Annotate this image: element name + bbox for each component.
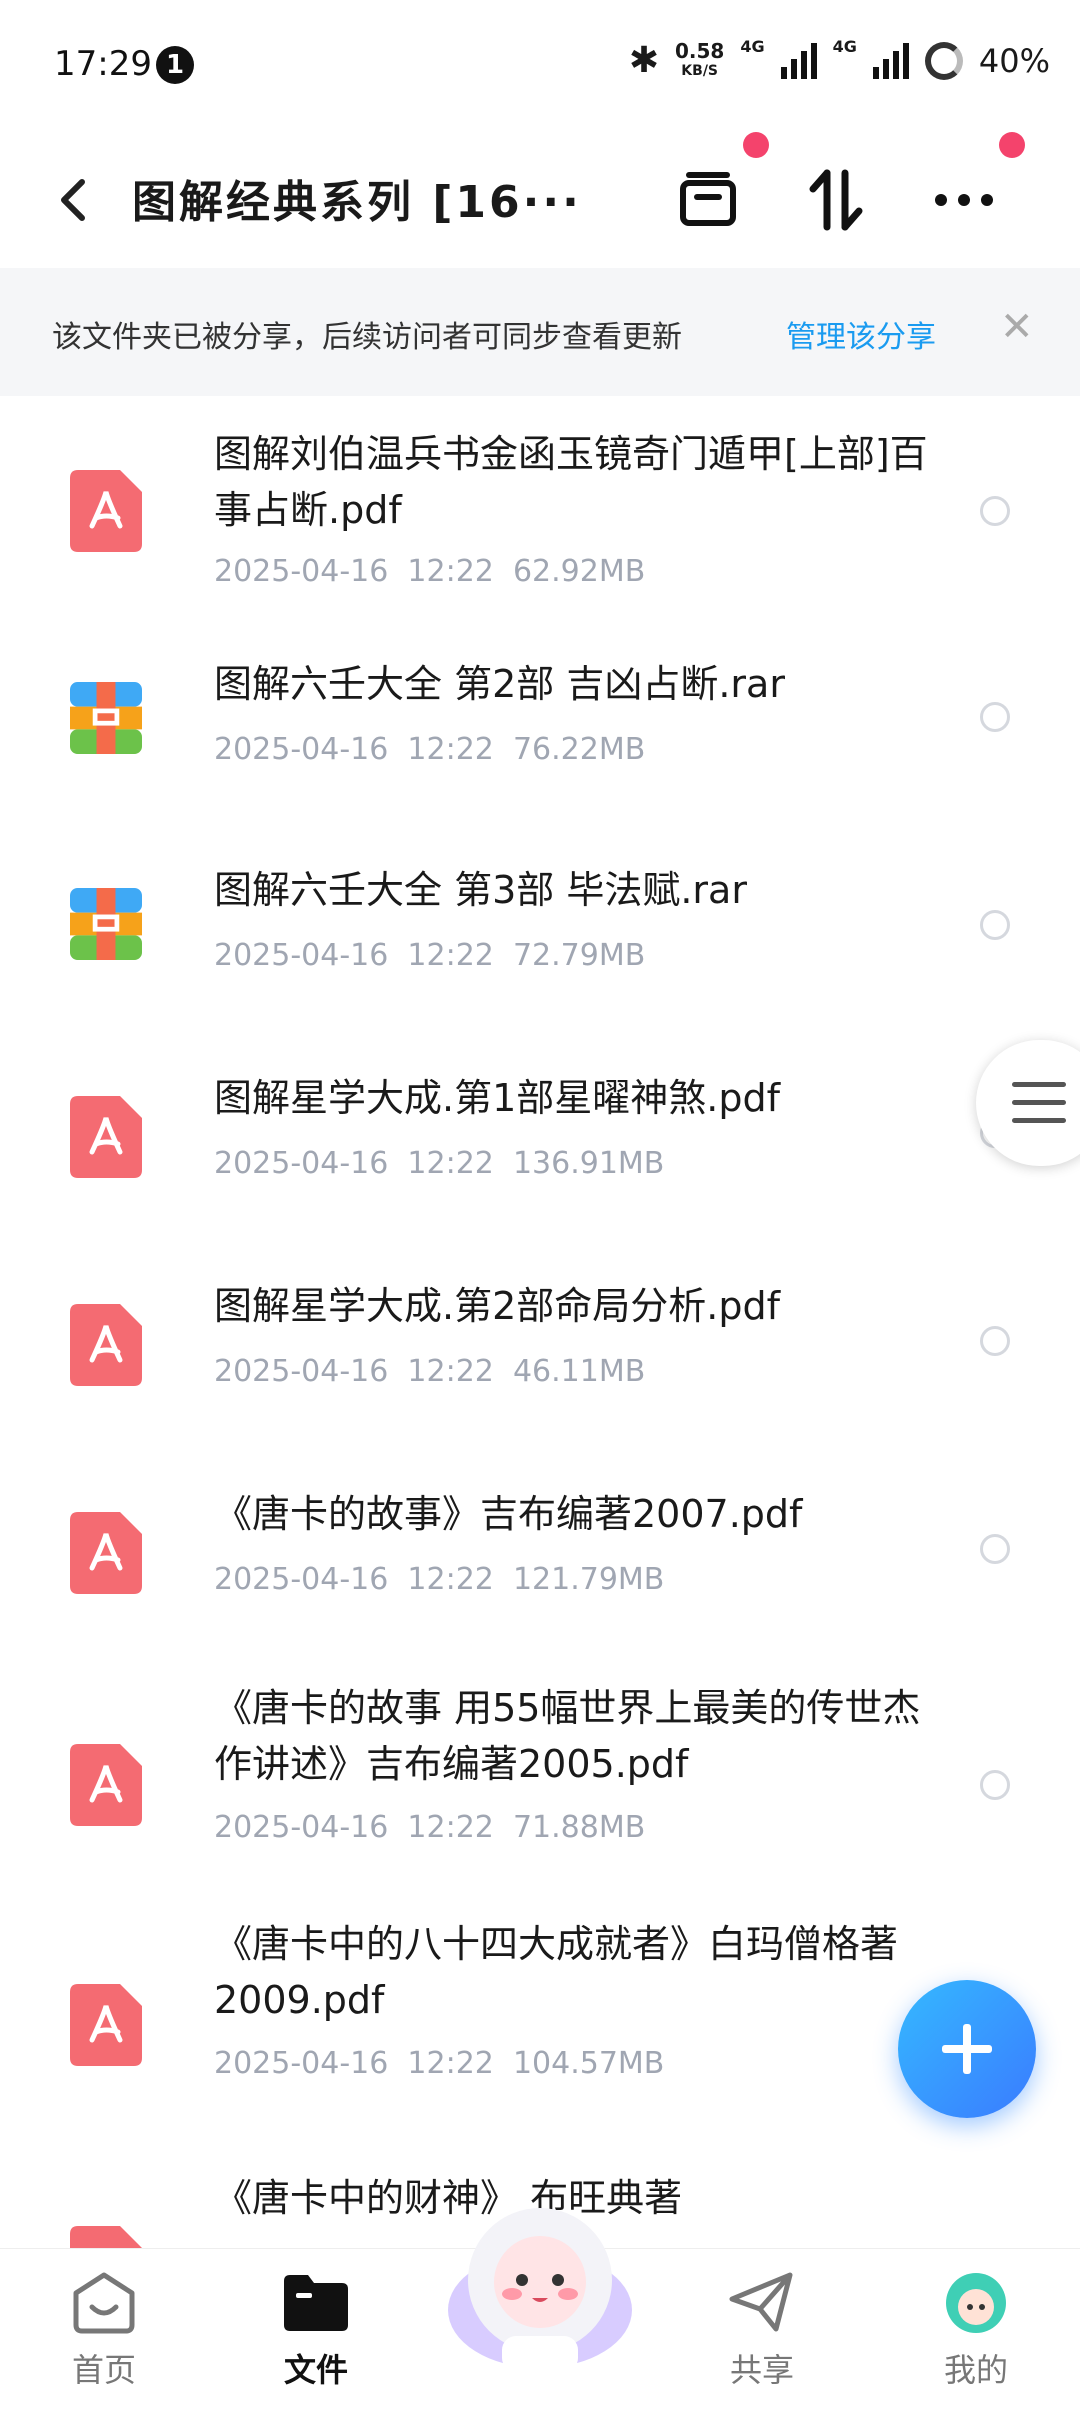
select-radio[interactable] bbox=[980, 1534, 1010, 1564]
home-icon bbox=[73, 2272, 135, 2334]
more-icon bbox=[935, 194, 993, 206]
network-type-2: 4G bbox=[832, 37, 857, 56]
nav-mine[interactable]: 我的 bbox=[896, 2269, 1056, 2391]
more-button[interactable] bbox=[922, 158, 1006, 242]
archive-icon bbox=[680, 172, 736, 226]
select-radio[interactable] bbox=[980, 1770, 1010, 1800]
file-meta: 2025-04-16 12:22 72.79MB bbox=[214, 938, 646, 973]
nav-files-label: 文件 bbox=[283, 2351, 348, 2389]
avatar bbox=[946, 2273, 1006, 2333]
file-meta: 2025-04-16 12:22 136.91MB bbox=[214, 1146, 665, 1181]
network-type-1: 4G bbox=[740, 37, 765, 56]
list-item[interactable]: 图解星学大成.第2部命局分析.pdf 2025-04-16 12:22 46.1… bbox=[0, 1232, 1080, 1440]
file-meta: 2025-04-16 12:22 71.88MB bbox=[214, 1810, 646, 1845]
archive-badge-dot bbox=[743, 132, 769, 158]
select-radio[interactable] bbox=[980, 910, 1010, 940]
signal-icon bbox=[780, 42, 817, 79]
file-meta: 2025-04-16 12:22 121.79MB bbox=[214, 1562, 665, 1597]
list-item[interactable]: 图解六壬大全 第2部 吉凶占断.rar 2025-04-16 12:22 76.… bbox=[0, 606, 1080, 816]
file-name: 图解星学大成.第1部星曜神煞.pdf bbox=[214, 1076, 780, 1120]
pdf-file-icon bbox=[70, 1096, 142, 1178]
archive-file-icon bbox=[70, 888, 142, 960]
file-name: 《唐卡中的八十四大成就者》白玛僧格著2009.pdf bbox=[214, 1922, 899, 2022]
file-name: 图解星学大成.第2部命局分析.pdf bbox=[214, 1284, 780, 1328]
page-title: 图解经典系列 [16··· bbox=[132, 177, 582, 228]
back-button[interactable] bbox=[48, 170, 98, 230]
top-bar: 图解经典系列 [16··· bbox=[0, 130, 1080, 268]
pdf-file-icon bbox=[70, 1304, 142, 1386]
paper-plane-icon bbox=[729, 2272, 793, 2332]
nav-home[interactable]: 首页 bbox=[24, 2269, 184, 2391]
select-radio[interactable] bbox=[980, 496, 1010, 526]
share-banner: 该文件夹已被分享，后续访问者可同步查看更新 管理该分享 ✕ bbox=[0, 268, 1080, 396]
pdf-file-icon bbox=[70, 1984, 142, 2066]
file-meta: 2025-04-16 12:22 76.22MB bbox=[214, 732, 646, 767]
nav-home-label: 首页 bbox=[71, 2351, 136, 2389]
nav-share-label: 共享 bbox=[729, 2351, 794, 2389]
clock: 17:29 bbox=[54, 44, 152, 84]
file-name: 《唐卡的故事》吉布编著2007.pdf bbox=[214, 1492, 803, 1536]
more-badge-dot bbox=[999, 132, 1025, 158]
archive-button[interactable] bbox=[666, 158, 750, 242]
signal-icon-2 bbox=[872, 42, 909, 79]
mascot-center-button[interactable] bbox=[430, 2190, 650, 2380]
chevron-left-icon bbox=[61, 179, 85, 221]
select-radio[interactable] bbox=[980, 702, 1010, 732]
nav-mine-label: 我的 bbox=[943, 2351, 1008, 2389]
file-name: 图解六壬大全 第2部 吉凶占断.rar bbox=[214, 662, 785, 706]
list-item[interactable]: 《唐卡的故事 用55幅世界上最美的传世杰作讲述》吉布编著2005.pdf 202… bbox=[0, 1648, 1080, 1884]
file-name: 图解刘伯温兵书金函玉镜奇门遁甲[上部]百事占断.pdf bbox=[214, 432, 928, 532]
net-speed: 0.58 KB/S bbox=[674, 38, 725, 79]
file-name: 《唐卡的故事 用55幅世界上最美的传世杰作讲述》吉布编著2005.pdf bbox=[214, 1686, 921, 1786]
notification-badge: 1 bbox=[156, 46, 194, 84]
close-banner-button[interactable]: ✕ bbox=[1000, 304, 1034, 350]
file-meta: 2025-04-16 12:22 104.57MB bbox=[214, 2046, 665, 2081]
pdf-file-icon bbox=[70, 2226, 142, 2248]
list-item[interactable]: 图解六壬大全 第3部 毕法赋.rar 2025-04-16 12:22 72.7… bbox=[0, 816, 1080, 1024]
status-icons: ✱ 0.58 KB/S 4G 4G 40% bbox=[628, 37, 1050, 81]
list-item[interactable]: 《唐卡的故事》吉布编著2007.pdf 2025-04-16 12:22 121… bbox=[0, 1440, 1080, 1648]
file-meta: 2025-04-16 12:22 46.11MB bbox=[214, 1354, 646, 1389]
pdf-file-icon bbox=[70, 1512, 142, 1594]
select-radio[interactable] bbox=[980, 1326, 1010, 1356]
list-item[interactable]: 图解星学大成.第1部星曜神煞.pdf 2025-04-16 12:22 136.… bbox=[0, 1024, 1080, 1232]
archive-file-icon bbox=[70, 682, 142, 754]
sort-button[interactable] bbox=[794, 158, 878, 242]
battery-icon bbox=[924, 41, 963, 80]
add-button[interactable] bbox=[898, 1980, 1036, 2118]
file-meta: 2025-04-16 12:22 62.92MB bbox=[214, 554, 646, 589]
folder-icon bbox=[284, 2275, 348, 2331]
manage-share-link[interactable]: 管理该分享 bbox=[786, 312, 936, 356]
pdf-file-icon bbox=[70, 470, 142, 552]
bluetooth-icon: ✱ bbox=[628, 40, 659, 81]
list-item[interactable]: 图解刘伯温兵书金函玉镜奇门遁甲[上部]百事占断.pdf 2025-04-16 1… bbox=[0, 396, 1080, 606]
pdf-file-icon bbox=[70, 1744, 142, 1826]
nav-files[interactable]: 文件 bbox=[236, 2269, 396, 2391]
status-bar: 17:29 1 ✱ 0.58 KB/S 4G 4G 40% bbox=[0, 0, 1080, 130]
nav-share[interactable]: 共享 bbox=[682, 2269, 842, 2391]
file-name: 图解六壬大全 第3部 毕法赋.rar bbox=[214, 868, 747, 912]
battery-level: 40% bbox=[978, 41, 1050, 80]
sort-icon bbox=[809, 169, 863, 231]
share-message: 该文件夹已被分享，后续访问者可同步查看更新 bbox=[52, 320, 682, 355]
